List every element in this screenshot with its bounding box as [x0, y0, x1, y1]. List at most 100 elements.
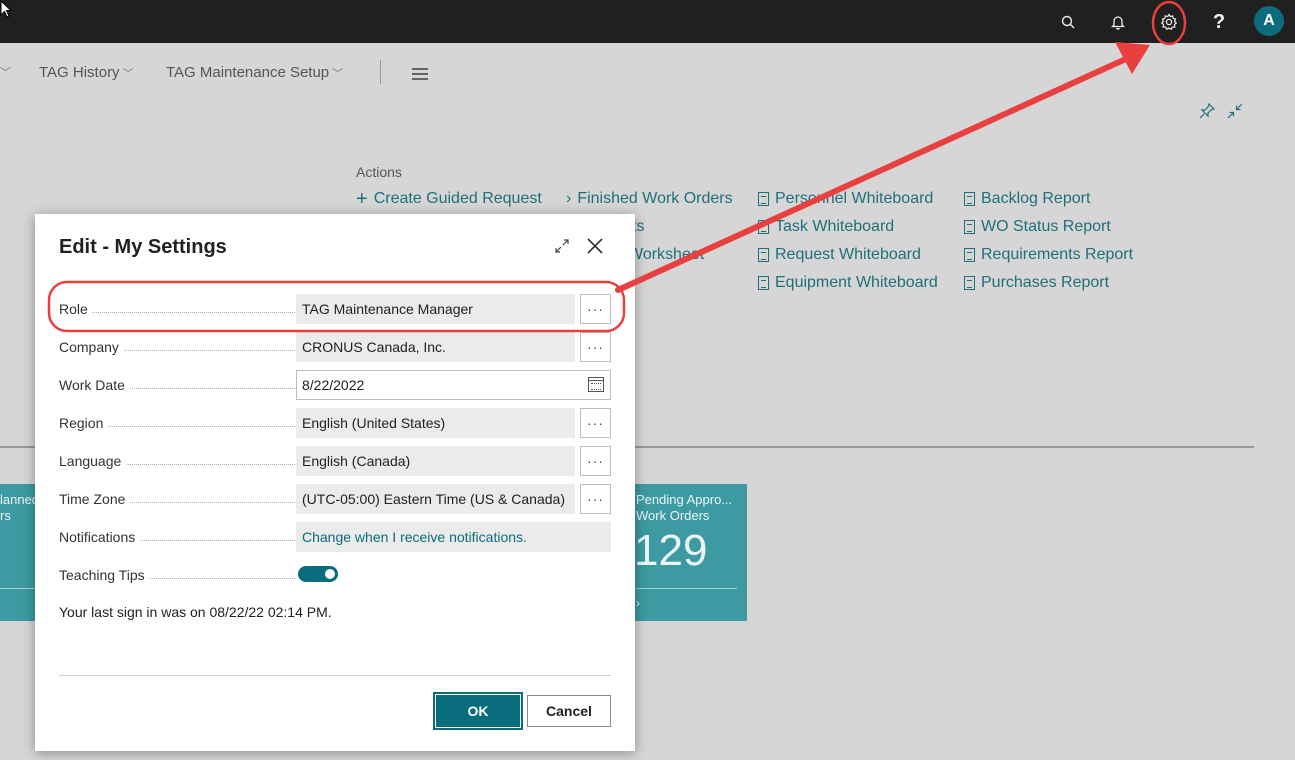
chevron-down-icon: ﹀ — [332, 67, 344, 80]
notifications-link[interactable]: Change when I receive notifications. — [296, 522, 611, 552]
action-label: Request Whiteboard — [775, 246, 921, 263]
role-field[interactable]: TAG Maintenance Manager — [296, 294, 575, 324]
help-icon[interactable]: ? — [1205, 8, 1233, 36]
calendar-icon[interactable] — [588, 377, 604, 392]
document-icon — [964, 276, 975, 290]
chevron-down-icon: ﹀ — [122, 67, 134, 80]
ok-button[interactable]: OK — [433, 692, 523, 730]
nav-item-label: TAG History — [39, 64, 120, 81]
document-icon — [964, 248, 975, 262]
role-lookup-button[interactable]: ··· — [580, 294, 611, 324]
document-icon — [758, 276, 769, 290]
gear-icon[interactable] — [1155, 8, 1183, 36]
work-date-row: Work Date 8/22/2022 — [59, 370, 611, 400]
notifications-label: Notifications — [59, 529, 140, 545]
role-label: Role — [59, 301, 92, 317]
action-label: Equipment Whiteboard — [775, 274, 938, 291]
teaching-tips-label: Teaching Tips — [59, 567, 149, 583]
tile-divider — [0, 588, 40, 589]
document-icon — [964, 192, 975, 206]
pin-icon[interactable] — [1198, 102, 1216, 120]
work-date-field[interactable]: 8/22/2022 — [296, 370, 611, 400]
action-requirements-report[interactable]: Requirements Report — [964, 246, 1133, 264]
action-personnel-whiteboard[interactable]: Personnel Whiteboard — [758, 190, 933, 208]
top-bar: ? A — [0, 0, 1295, 43]
action-label: Backlog Report — [981, 190, 1091, 207]
bell-icon[interactable] — [1104, 8, 1132, 36]
action-label: Task Whiteboard — [775, 218, 895, 235]
region-row: Region English (United States) ··· — [59, 408, 611, 438]
tile-divider — [636, 588, 737, 589]
action-create-guided-request[interactable]: + Create Guided Request — [356, 188, 542, 210]
collapse-icon[interactable] — [1226, 102, 1244, 120]
action-label: Personnel Whiteboard — [775, 190, 934, 207]
work-date-value: 8/22/2022 — [302, 377, 365, 393]
action-label: Create Guided Request — [373, 190, 542, 207]
cue-tile-planned[interactable]: lanned rs — [0, 484, 40, 621]
language-row: Language English (Canada) ··· — [59, 446, 611, 476]
company-lookup-button[interactable]: ··· — [580, 332, 611, 362]
action-equipment-whiteboard[interactable]: Equipment Whiteboard — [758, 274, 938, 292]
chevron-right-icon[interactable]: › — [636, 596, 640, 610]
language-lookup-button[interactable]: ··· — [580, 446, 611, 476]
action-label: Finished Work Orders — [577, 190, 733, 207]
action-label: Requirements Report — [981, 246, 1134, 263]
search-icon[interactable] — [1054, 8, 1082, 36]
work-date-label: Work Date — [59, 377, 129, 393]
leader-dots — [59, 312, 295, 313]
tile-label: Pending Appro... Work Orders — [636, 492, 733, 523]
company-field[interactable]: CRONUS Canada, Inc. — [296, 332, 575, 362]
action-partial-worksheet[interactable]: Worksheet — [628, 246, 704, 264]
teaching-tips-toggle[interactable] — [298, 566, 338, 582]
teaching-tips-row: Teaching Tips — [59, 560, 611, 590]
region-lookup-button[interactable]: ··· — [580, 408, 611, 438]
cancel-button[interactable]: Cancel — [527, 695, 611, 727]
time-zone-lookup-button[interactable]: ··· — [580, 484, 611, 514]
cursor-icon — [0, 0, 13, 18]
language-field[interactable]: English (Canada) — [296, 446, 575, 476]
action-backlog-report[interactable]: Backlog Report — [964, 190, 1090, 208]
nav-item-label: TAG Maintenance Setup — [166, 64, 330, 81]
dialog-title: Edit - My Settings — [59, 236, 227, 258]
tile-value: 129 — [634, 526, 708, 575]
nav-item-tag-maintenance-setup[interactable]: TAG Maintenance Setup ﹀ — [166, 64, 343, 81]
nav-chevron-partial[interactable]: ﹀ — [0, 64, 11, 80]
time-zone-row: Time Zone (UTC-05:00) Eastern Time (US &… — [59, 484, 611, 514]
role-row: Role TAG Maintenance Manager ··· — [59, 294, 611, 324]
plus-icon: + — [356, 188, 368, 210]
close-icon[interactable] — [583, 234, 607, 258]
company-label: Company — [59, 339, 123, 355]
company-row: Company CRONUS Canada, Inc. ··· — [59, 332, 611, 362]
chevron-right-icon: › — [566, 190, 572, 207]
dialog-divider — [59, 675, 611, 676]
action-purchases-report[interactable]: Purchases Report — [964, 274, 1109, 292]
time-zone-label: Time Zone — [59, 491, 130, 507]
document-icon — [758, 220, 769, 234]
nav-divider — [380, 60, 381, 84]
document-icon — [758, 192, 769, 206]
action-label: Purchases Report — [981, 274, 1110, 291]
actions-title: Actions — [356, 164, 402, 180]
action-wo-status-report[interactable]: WO Status Report — [964, 218, 1111, 236]
page-tools — [1198, 102, 1244, 120]
annotation-arrow-head — [1115, 42, 1150, 74]
tile-label: lanned rs — [0, 492, 40, 523]
nav-item-tag-history[interactable]: TAG History ﹀ — [39, 64, 134, 81]
action-label: WO Status Report — [981, 218, 1111, 235]
language-label: Language — [59, 453, 126, 469]
action-label: Worksheet — [628, 246, 705, 263]
document-icon — [964, 220, 975, 234]
region-field[interactable]: English (United States) — [296, 408, 575, 438]
notifications-row: Notifications Change when I receive noti… — [59, 522, 611, 552]
time-zone-field[interactable]: (UTC-05:00) Eastern Time (US & Canada) — [296, 484, 575, 514]
document-icon — [758, 248, 769, 262]
settings-dialog: Edit - My Settings Role TAG Maintenance … — [35, 214, 635, 751]
avatar[interactable]: A — [1254, 6, 1284, 36]
expand-icon[interactable] — [550, 234, 574, 258]
action-finished-work-orders[interactable]: › Finished Work Orders — [566, 190, 733, 208]
action-request-whiteboard[interactable]: Request Whiteboard — [758, 246, 921, 264]
cue-tile-pending-approval[interactable]: Pending Appro... Work Orders 129 › — [628, 484, 747, 621]
region-label: Region — [59, 415, 108, 431]
menu-icon[interactable] — [412, 68, 428, 83]
action-task-whiteboard[interactable]: Task Whiteboard — [758, 218, 894, 236]
